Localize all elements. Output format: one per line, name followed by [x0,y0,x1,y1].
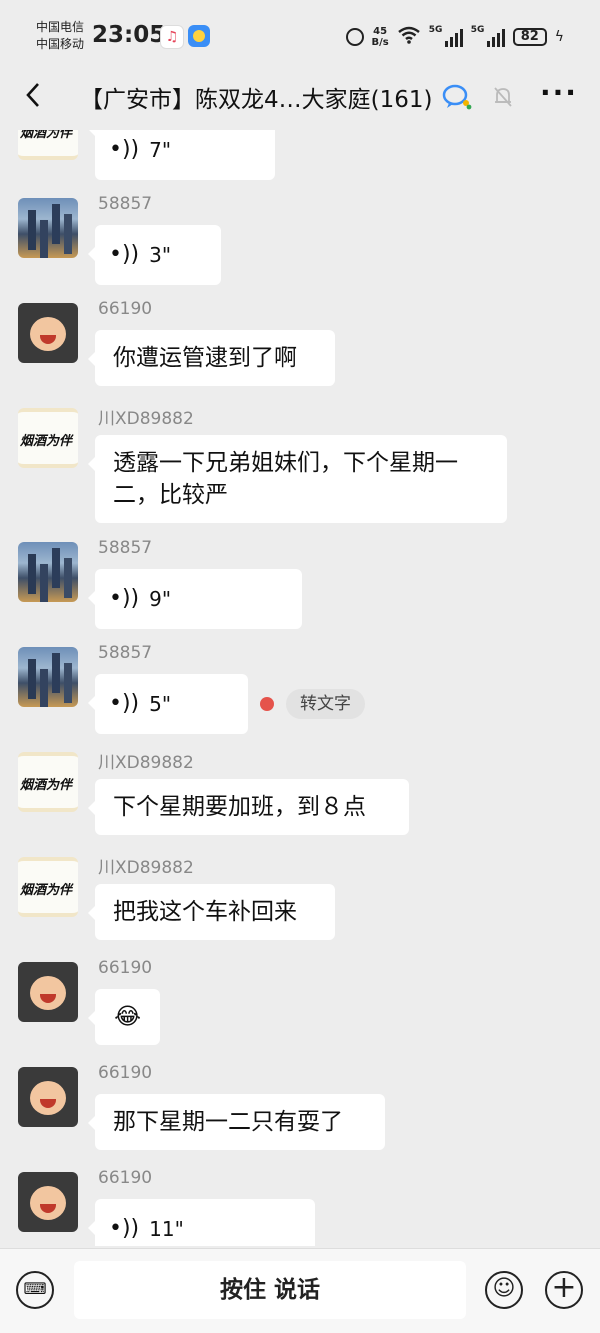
voice-icon: •)) [109,586,140,611]
back-icon[interactable] [20,78,46,120]
battery-icon: 82 [512,28,547,46]
alarm-icon [345,28,364,46]
signal-icon-2: 5G [471,25,505,47]
sender-name: 58857 [98,643,153,663]
sender-name: 川XD89882 [98,858,194,878]
text-message-bubble[interactable]: 你遭运管逮到了啊 [88,330,335,386]
avatar[interactable] [18,198,78,258]
avatar[interactable] [18,962,78,1022]
signal-icon-1: 5G [429,25,463,47]
voice-icon: •)) [109,691,140,716]
text-message-bubble[interactable]: 下个星期要加班，到８点 [88,779,409,835]
emoji-message-bubble[interactable]: 😂 [88,989,160,1045]
hold-to-talk-button[interactable]: 按住 说话 [74,1261,466,1319]
music-app-icon: ♫ [160,25,184,49]
network-speed: 45 B/s [371,26,389,48]
text-message-bubble[interactable]: 那下星期一二只有耍了 [88,1094,385,1150]
sender-name: 66190 [98,299,153,319]
carrier-info: 中国电信 中国移动 [36,19,84,53]
sender-name: 58857 [98,538,153,558]
keyboard-icon[interactable]: ⌨ [16,1271,54,1309]
sender-name: 66190 [98,958,153,978]
emoji-icon[interactable]: ☺ [485,1271,523,1309]
more-icon[interactable]: ··· [540,76,578,109]
plus-icon[interactable]: + [545,1271,583,1309]
avatar[interactable] [18,647,78,707]
carrier-1: 中国电信 [36,20,85,34]
input-bar: ⌨ 按住 说话 ☺ + [0,1248,600,1333]
message-list[interactable]: 烟酒为伴 •)) 7" 58857 •)) 3" 66190 你遭运管逮到了啊 … [0,130,600,1246]
sender-name: 58857 [98,194,153,214]
voice-message-bubble[interactable]: •)) 7" [88,130,275,180]
voice-message-bubble[interactable]: •)) 9" [88,569,302,629]
text-message-bubble[interactable]: 透露一下兄弟姐妹们，下个星期一二，比较严 [88,435,507,523]
voice-icon: •)) [109,137,140,162]
avatar[interactable] [18,1172,78,1232]
voice-icon: •)) [109,1216,140,1241]
avatar[interactable]: 烟酒为伴 [18,752,78,812]
convert-to-text-button[interactable]: 转文字 [286,689,365,719]
avatar[interactable]: 烟酒为伴 [18,857,78,917]
avatar[interactable]: 烟酒为伴 [18,130,78,160]
text-message-bubble[interactable]: 把我这个车补回来 [88,884,335,940]
voice-message-bubble[interactable]: •)) 11" [88,1199,315,1246]
avatar[interactable] [18,542,78,602]
voice-message-bubble[interactable]: •)) 3" [88,225,221,285]
mute-bell-icon[interactable] [493,86,513,113]
avatar[interactable]: 烟酒为伴 [18,408,78,468]
sender-name: 66190 [98,1063,153,1083]
voice-icon: •)) [109,242,140,267]
chat-title[interactable]: 【广安市】陈双龙4…大家庭(161) [80,80,432,114]
voice-message-bubble[interactable]: •)) 5" [88,674,248,734]
status-bar: 中国电信 中国移动 23:05 ♫ 45 B/s 5G 5G 82 ϟ [0,0,600,72]
avatar[interactable] [18,303,78,363]
carrier-2: 中国移动 [36,37,85,51]
group-chat-icon[interactable] [442,84,472,110]
clock: 23:05 [92,22,166,48]
sender-name: 66190 [98,1168,153,1188]
weather-app-icon [188,25,210,47]
unread-dot [260,697,274,711]
chat-header: 【广安市】陈双龙4…大家庭(161) ··· [0,72,600,122]
charging-icon: ϟ [554,29,564,45]
sender-name: 川XD89882 [98,753,194,773]
avatar[interactable] [18,1067,78,1127]
sender-name: 川XD89882 [98,409,194,429]
wifi-icon [397,26,421,49]
